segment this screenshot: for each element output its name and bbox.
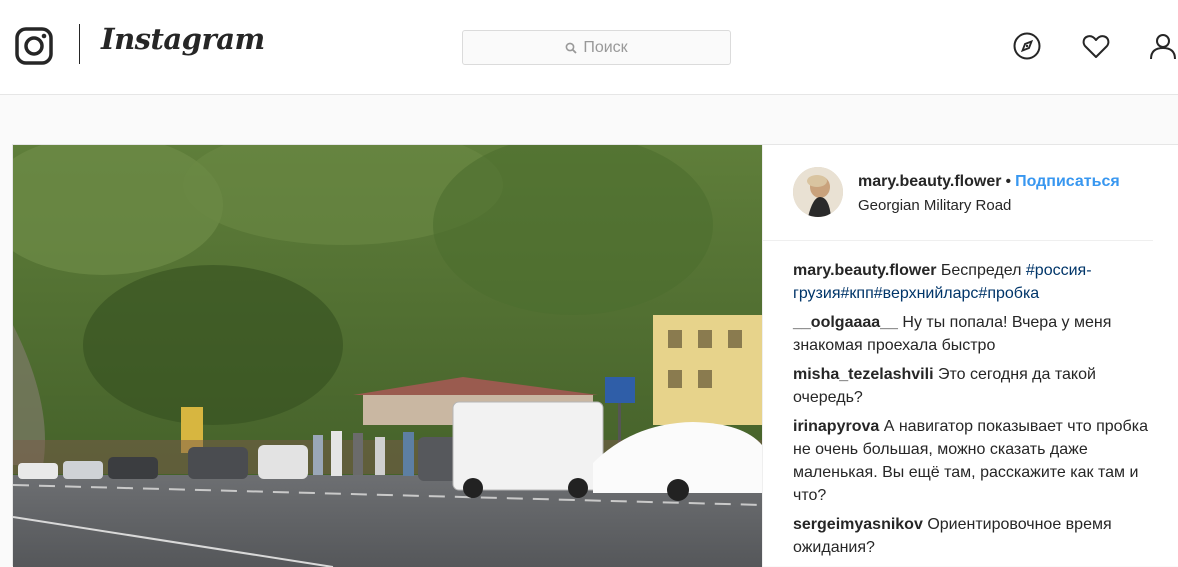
comment-username[interactable]: __oolgaaaa__ [793, 314, 898, 331]
avatar[interactable] [793, 167, 843, 217]
comments-list: mary.beauty.flower Беспредел #россия-гру… [793, 259, 1153, 565]
profile-icon[interactable] [1148, 31, 1178, 61]
post-side-panel: mary.beauty.flower • Подписаться Georgian … [762, 145, 1178, 567]
avatar-photo [793, 167, 843, 217]
hashtag-link[interactable]: #верхнийларс [874, 285, 979, 302]
search-icon [565, 42, 577, 54]
comment-item: sergeimyasnikov Ориентировочное время ож… [793, 513, 1153, 559]
hashtag-link[interactable]: #пробка [978, 285, 1039, 302]
logo-divider [79, 24, 80, 64]
instagram-camera-icon[interactable] [14, 26, 54, 66]
comment-username[interactable]: sergeimyasnikov [793, 516, 923, 533]
post-author-username[interactable]: mary.beauty.flower [858, 173, 1001, 190]
post-video[interactable] [13, 145, 762, 567]
comment-item: misha_tezelashvili Это сегодня да такой … [793, 363, 1153, 409]
comment-username[interactable]: misha_tezelashvili [793, 366, 934, 383]
post-location[interactable]: Georgian Military Road [858, 197, 1011, 214]
post-author-line: mary.beauty.flower • Подписаться [858, 173, 1120, 191]
caption-text: Беспредел [940, 262, 1026, 279]
post-video-frame [13, 145, 762, 567]
post-card: mary.beauty.flower • Подписаться Georgian … [12, 144, 1178, 567]
instagram-wordmark[interactable]: Instagram [101, 22, 265, 56]
top-navigation-bar: Instagram Поиск [0, 0, 1178, 95]
heart-icon[interactable] [1081, 31, 1111, 61]
follow-button[interactable]: Подписаться [1015, 173, 1120, 190]
caption: mary.beauty.flower Беспредел #россия-гру… [793, 259, 1153, 305]
caption-username[interactable]: mary.beauty.flower [793, 262, 936, 279]
separator-dot: • [1005, 173, 1012, 190]
comment-item: __oolgaaaa__ Ну ты попала! Вчера у меня … [793, 311, 1153, 357]
search-input[interactable]: Поиск [462, 30, 731, 65]
comment-item: irinapyrova А навигатор показывает что п… [793, 415, 1153, 507]
comment-username[interactable]: irinapyrova [793, 418, 879, 435]
hashtag-link[interactable]: #кпп [841, 285, 874, 302]
post-header: mary.beauty.flower • Подписаться Georgian … [763, 145, 1153, 241]
search-placeholder: Поиск [583, 38, 628, 56]
explore-icon[interactable] [1012, 31, 1042, 61]
